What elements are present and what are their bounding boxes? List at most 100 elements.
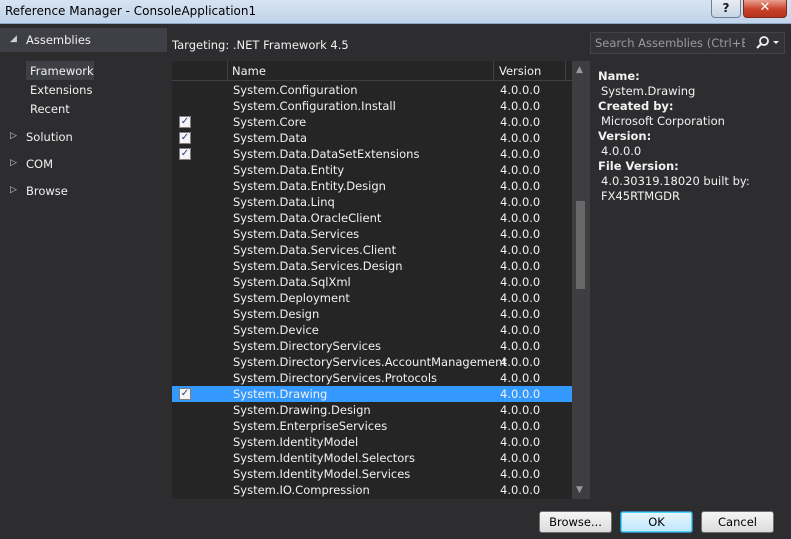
assembly-version: 4.0.0.0 [500,275,541,289]
scroll-down-arrow-icon[interactable]: ▼ [576,485,583,495]
table-row[interactable]: System.IdentityModel.Selectors 4.0.0.0 [172,450,572,466]
assembly-name: System.DirectoryServices.Protocols [233,371,438,385]
assembly-version: 4.0.0.0 [500,131,541,145]
left-nav-pane: ◢ Assemblies Framework Extensions Recent… [0,24,167,502]
name-column-header[interactable]: Name [228,61,494,81]
list-rows: System.Configuration 4.0.0.0 System.Config… [172,82,572,498]
assembly-list[interactable]: Name Version System.Configuration 4.0.0.0… [172,61,590,499]
assembly-name: System.DirectoryServices [233,339,382,353]
close-button[interactable]: ✕ [743,0,787,18]
assembly-version: 4.0.0.0 [500,419,541,433]
search-icon[interactable] [754,35,782,51]
assembly-version: 4.0.0.0 [500,467,541,481]
assembly-name: System.IO.Compression [233,483,370,497]
table-row[interactable]: System.Design 4.0.0.0 [172,306,572,322]
assembly-version: 4.0.0.0 [500,451,541,465]
table-row[interactable]: System.Data.Linq 4.0.0.0 [172,194,572,210]
collapsed-arrow-icon: ▷ [10,185,17,195]
collapsed-arrow-icon: ▷ [10,158,17,168]
checkbox-checked-icon[interactable]: ✓ [179,148,191,160]
version-column-header[interactable]: Version [494,61,566,81]
ok-button[interactable]: OK [620,511,693,533]
table-row[interactable]: System.IdentityModel 4.0.0.0 [172,434,572,450]
table-row[interactable]: ✓ System.Core 4.0.0.0 [172,114,572,130]
assembly-version: 4.0.0.0 [500,339,541,353]
nav-extensions[interactable]: Extensions [26,80,166,99]
help-button[interactable]: ? [711,0,741,18]
assembly-name: System.IdentityModel.Selectors [233,451,416,465]
assembly-name: System.Drawing [233,387,328,401]
cancel-button[interactable]: Cancel [701,511,774,533]
detail-value: 4.0.0.0 [601,144,642,158]
assembly-version: 4.0.0.0 [500,179,541,193]
table-row[interactable]: System.Data.OracleClient 4.0.0.0 [172,210,572,226]
nav-recent[interactable]: Recent [26,99,166,118]
nav-extensions-label: Extensions [30,83,93,97]
table-row[interactable]: System.Configuration 4.0.0.0 [172,82,572,98]
table-row[interactable]: System.DirectoryServices 4.0.0.0 [172,338,572,354]
assembly-version: 4.0.0.0 [500,115,541,129]
assembly-name: System.Data.DataSetExtensions [233,147,420,161]
assembly-name: System.Data.OracleClient [233,211,382,225]
assembly-version: 4.0.0.0 [500,435,541,449]
table-row[interactable]: System.IO.Compression 4.0.0.0 [172,482,572,498]
assembly-version: 4.0.0.0 [500,323,541,337]
nav-solution-label: Solution [26,130,73,144]
assembly-name: System.EnterpriseServices [233,419,388,433]
assembly-name: System.Deployment [233,291,350,305]
table-row[interactable]: System.Data.Services 4.0.0.0 [172,226,572,242]
table-row[interactable]: System.Data.Entity.Design 4.0.0.0 [172,178,572,194]
search-input[interactable] [595,35,745,51]
assembly-name: System.Data.Services.Design [233,259,403,273]
detail-key: Created by: [598,99,674,113]
nav-browse[interactable]: ▷ Browse [0,179,167,203]
browse-button[interactable]: Browse... [539,511,612,533]
assembly-name: System.Core [233,115,307,129]
assembly-name: System.Data [233,131,307,145]
table-row[interactable]: System.Drawing.Design 4.0.0.0 [172,402,572,418]
checkbox-column-header[interactable] [172,61,228,81]
table-row[interactable]: System.EnterpriseServices 4.0.0.0 [172,418,572,434]
table-row[interactable]: ✓ System.Data 4.0.0.0 [172,130,572,146]
table-row[interactable]: System.Data.Entity 4.0.0.0 [172,162,572,178]
table-row[interactable]: ✓ System.Data.DataSetExtensions 4.0.0.0 [172,146,572,162]
nav-framework[interactable]: Framework [26,61,94,80]
table-row[interactable]: System.Data.Services.Client 4.0.0.0 [172,242,572,258]
nav-solution[interactable]: ▷ Solution [0,125,167,149]
assembly-name: System.IdentityModel.Services [233,467,411,481]
table-row[interactable]: System.Device 4.0.0.0 [172,322,572,338]
assembly-version: 4.0.0.0 [500,371,541,385]
scroll-up-arrow-icon[interactable]: ▲ [576,65,583,75]
nav-framework-label: Framework [30,64,94,78]
table-row[interactable]: System.Deployment 4.0.0.0 [172,290,572,306]
table-row[interactable]: System.Data.SqlXml 4.0.0.0 [172,274,572,290]
vertical-scrollbar[interactable]: ▲ ▼ [572,61,590,499]
assembly-version: 4.0.0.0 [500,355,541,369]
assembly-version: 4.0.0.0 [500,307,541,321]
table-row[interactable]: System.Data.Services.Design 4.0.0.0 [172,258,572,274]
checkbox-checked-icon[interactable]: ✓ [179,116,191,128]
assembly-version: 4.0.0.0 [500,291,541,305]
assembly-name: System.Data.Services.Client [233,243,397,257]
scrollbar-thumb[interactable] [576,201,585,289]
assembly-name: System.Configuration [233,83,358,97]
checkbox-checked-icon[interactable]: ✓ [179,132,191,144]
nav-com[interactable]: ▷ COM [0,152,167,176]
assembly-version: 4.0.0.0 [500,195,541,209]
table-row[interactable]: System.IdentityModel.Services 4.0.0.0 [172,466,572,482]
table-row[interactable]: System.DirectoryServices.Protocols 4.0.0.… [172,370,572,386]
table-row[interactable]: System.Configuration.Install 4.0.0.0 [172,98,572,114]
table-row[interactable]: ✓ System.Drawing 4.0.0.0 [172,386,572,402]
assembly-name: System.Data.Entity.Design [233,179,386,193]
search-box[interactable] [590,32,785,54]
assembly-name: System.IdentityModel [233,435,359,449]
assembly-name: System.Data.Entity [233,163,345,177]
table-row[interactable]: System.DirectoryServices.AccountManageme… [172,354,572,370]
assembly-name: System.Drawing.Design [233,403,371,417]
list-header: Name Version [172,61,572,81]
assembly-version: 4.0.0.0 [500,147,541,161]
checkbox-checked-icon[interactable]: ✓ [179,388,191,400]
nav-assemblies[interactable]: ◢ Assemblies [0,28,167,52]
assembly-version: 4.0.0.0 [500,403,541,417]
nav-browse-label: Browse [26,184,68,198]
